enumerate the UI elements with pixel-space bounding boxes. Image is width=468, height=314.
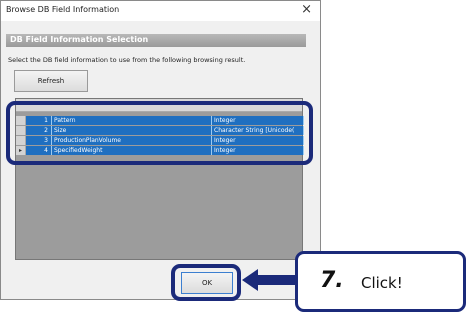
pointer-arrow-icon [242,269,298,291]
section-header: DB Field Information Selection [6,34,306,47]
ok-highlight-frame [171,264,241,301]
instruction-text: Select the DB field information to use f… [8,56,246,64]
grid-highlight-frame [6,101,313,165]
refresh-button[interactable]: Refresh [14,70,88,92]
dialog-title: Browse DB Field Information [6,5,120,14]
instruction-callout: 7. Click! [295,251,466,312]
title-bar: Browse DB Field Information × [1,1,320,21]
callout-text: Click! [361,274,403,292]
close-icon[interactable]: × [301,2,312,17]
step-number: 7. [320,268,344,293]
section-title: DB Field Information Selection [10,35,149,44]
